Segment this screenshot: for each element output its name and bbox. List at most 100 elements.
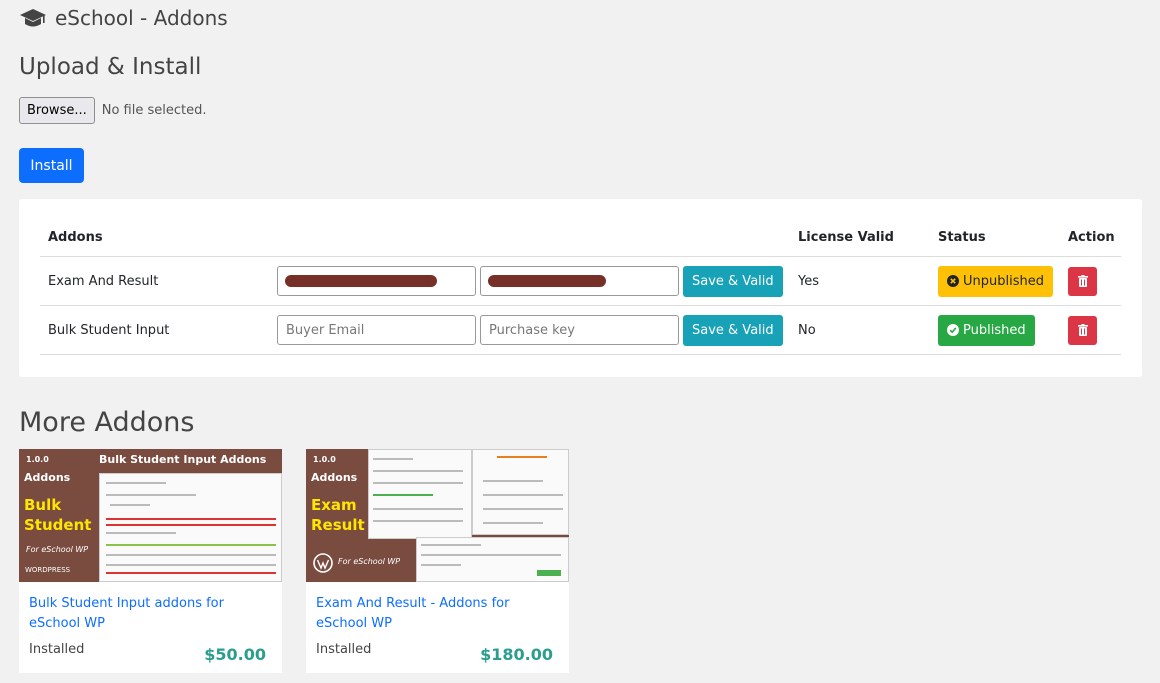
- status-cell: Unpublished: [938, 265, 1068, 297]
- thumb-wordpress-label: WORDPRESS: [25, 566, 71, 574]
- thumb-addons-label: Addons: [311, 471, 358, 484]
- screenshot-line: [537, 570, 561, 576]
- thumb-product-name: Bulk Student: [24, 495, 91, 535]
- buyer-email-wrapper: [277, 266, 476, 296]
- screenshot-line: [373, 520, 463, 522]
- thumb-line2: Result: [311, 516, 365, 534]
- thumb-product-name: Exam Result: [311, 495, 365, 535]
- unpublished-status-button[interactable]: Unpublished: [938, 265, 1053, 297]
- addon-card: 1.0.0 Addons Exam Result For eSchool WP: [306, 449, 569, 673]
- screenshot-line: [106, 554, 276, 556]
- thumb-addons-label: Addons: [24, 471, 71, 484]
- screenshot-line: [106, 564, 276, 566]
- screenshot-line: [421, 564, 461, 566]
- header-license-valid: License Valid: [798, 229, 894, 245]
- screenshot-line: [373, 458, 413, 460]
- redaction-mark: [285, 275, 437, 287]
- trash-icon: [1077, 275, 1088, 287]
- buyer-email-input[interactable]: [277, 315, 476, 345]
- purchase-key-wrapper: [480, 266, 679, 296]
- header-addons: Addons: [48, 229, 103, 245]
- wordpress-logo-icon: [313, 553, 333, 573]
- app-title: eSchool - Addons: [55, 6, 228, 30]
- graduation-cap-icon: [20, 9, 46, 27]
- delete-button[interactable]: [1068, 266, 1097, 296]
- thumb-screenshot: [472, 449, 569, 535]
- screenshot-line: [421, 554, 561, 556]
- addon-price: $50.00: [204, 645, 266, 664]
- upload-section-title: Upload & Install: [19, 54, 202, 80]
- screenshot-line: [483, 480, 543, 482]
- screenshot-line: [483, 508, 563, 510]
- screenshot-line: [373, 470, 463, 472]
- save-valid-button[interactable]: Save & Valid: [683, 314, 783, 346]
- addon-price: $180.00: [480, 645, 553, 664]
- thumb-version: 1.0.0: [313, 455, 336, 464]
- screenshot-line: [106, 544, 276, 546]
- addon-title-link[interactable]: Exam And Result - Addons for eSchool WP: [316, 594, 556, 634]
- addon-card: 1.0.0 Addons Bulk Student For eSchool WP…: [19, 449, 282, 673]
- status-cell: Published: [938, 314, 1068, 346]
- save-valid-button[interactable]: Save & Valid: [683, 265, 783, 297]
- thumb-line2: Student: [24, 516, 92, 534]
- installed-addons-panel: Addons License Valid Status Action Exam …: [19, 199, 1142, 377]
- redaction-mark: [488, 275, 606, 287]
- table-row: Exam And Result Save & Valid Yes Unpubli…: [40, 257, 1121, 306]
- screenshot-line: [373, 482, 463, 484]
- delete-button[interactable]: [1068, 315, 1097, 345]
- license-valid-value: No: [798, 322, 816, 338]
- screenshot-line: [106, 524, 276, 526]
- browse-button[interactable]: Browse...: [19, 97, 95, 124]
- addon-name: Bulk Student Input: [48, 322, 170, 338]
- more-addons-title: More Addons: [19, 407, 195, 438]
- addon-title-link[interactable]: Bulk Student Input addons for eSchool WP: [29, 594, 269, 634]
- status-label: Published: [963, 322, 1026, 338]
- thumb-screenshot: [99, 473, 282, 582]
- header-action: Action: [1068, 229, 1115, 245]
- thumb-for-label: For eSchool WP: [26, 545, 89, 554]
- addon-thumbnail[interactable]: 1.0.0 Addons Exam Result For eSchool WP: [306, 449, 569, 582]
- screenshot-line: [373, 494, 433, 496]
- install-button[interactable]: Install: [19, 148, 84, 183]
- trash-icon: [1077, 324, 1088, 336]
- addons-table: Addons License Valid Status Action Exam …: [40, 218, 1121, 355]
- status-label: Unpublished: [963, 273, 1044, 289]
- addon-thumbnail[interactable]: 1.0.0 Addons Bulk Student For eSchool WP…: [19, 449, 282, 582]
- file-picker: Browse... No file selected.: [19, 97, 206, 124]
- action-cell: [1068, 315, 1121, 345]
- thumb-line1: Bulk: [24, 496, 62, 514]
- thumb-line1: Exam: [311, 496, 357, 514]
- thumb-version: 1.0.0: [26, 455, 49, 464]
- license-inputs: Save & Valid: [277, 265, 797, 297]
- thumb-for-label: For eSchool WP: [338, 557, 401, 566]
- header-status: Status: [938, 229, 986, 245]
- installed-label: Installed: [316, 642, 372, 657]
- table-row: Bulk Student Input Save & Valid No Publi…: [40, 306, 1121, 355]
- screenshot-line: [106, 532, 176, 534]
- check-circle-icon: [947, 324, 959, 336]
- screenshot-line: [373, 508, 463, 510]
- screenshot-line: [483, 522, 543, 524]
- screenshot-line: [483, 494, 563, 496]
- installed-label: Installed: [29, 642, 85, 657]
- table-header-row: Addons License Valid Status Action: [40, 218, 1121, 257]
- screenshot-line: [421, 544, 481, 546]
- screenshot-line: [497, 456, 547, 458]
- thumb-screenshot: [416, 537, 569, 582]
- thumb-screenshot: [368, 449, 472, 539]
- screenshot-line: [106, 518, 276, 520]
- action-cell: [1068, 266, 1121, 296]
- file-status-text: No file selected.: [101, 103, 207, 118]
- purchase-key-input[interactable]: [480, 315, 679, 345]
- screenshot-line: [106, 482, 166, 484]
- license-valid-value: Yes: [798, 273, 819, 289]
- addon-name: Exam And Result: [48, 273, 159, 289]
- times-circle-icon: [947, 275, 959, 287]
- published-status-button[interactable]: Published: [938, 314, 1035, 346]
- page-header: eSchool - Addons: [19, 4, 228, 32]
- thumb-heading: Bulk Student Input Addons: [99, 453, 267, 466]
- screenshot-line: [110, 504, 150, 506]
- screenshot-line: [106, 572, 276, 574]
- license-inputs: Save & Valid: [277, 314, 797, 346]
- screenshot-line: [106, 494, 196, 496]
